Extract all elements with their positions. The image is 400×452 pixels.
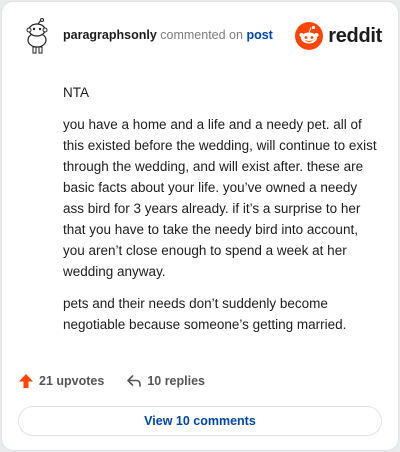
reply-count: 10 replies (147, 374, 205, 388)
user-avatar[interactable] (18, 18, 54, 54)
upvote-arrow-icon (19, 374, 33, 388)
reddit-snoo-icon (295, 22, 324, 50)
upvote-count: 21 upvotes (39, 374, 105, 388)
comment-footer: 21 upvotes 10 replies (18, 370, 227, 392)
comment-meta: paragraphsonly commented on post (63, 28, 273, 42)
comment-body: NTA you have a home and a life and a nee… (63, 82, 378, 346)
view-comments-button[interactable]: View 10 comments (18, 406, 382, 436)
comment-paragraph: pets and their needs don’t suddenly beco… (63, 296, 347, 332)
replies-button[interactable]: 10 replies (126, 373, 205, 389)
upvote-button[interactable]: 21 upvotes (18, 373, 104, 389)
reddit-logo[interactable]: reddit (294, 20, 382, 52)
reply-arrow-icon (127, 375, 142, 387)
comment-header: paragraphsonly commented on post reddit (18, 16, 382, 56)
snoo-avatar-icon (26, 18, 48, 54)
comment-paragraph: you have a home and a life and a needy p… (63, 117, 377, 279)
comment-card: paragraphsonly commented on post reddit … (1, 1, 399, 451)
post-link[interactable]: post (246, 28, 272, 42)
comment-paragraph: NTA (63, 85, 89, 100)
brand-wordmark: reddit (328, 24, 382, 47)
username-link[interactable]: paragraphsonly (63, 28, 157, 42)
action-text: commented on (160, 28, 243, 42)
